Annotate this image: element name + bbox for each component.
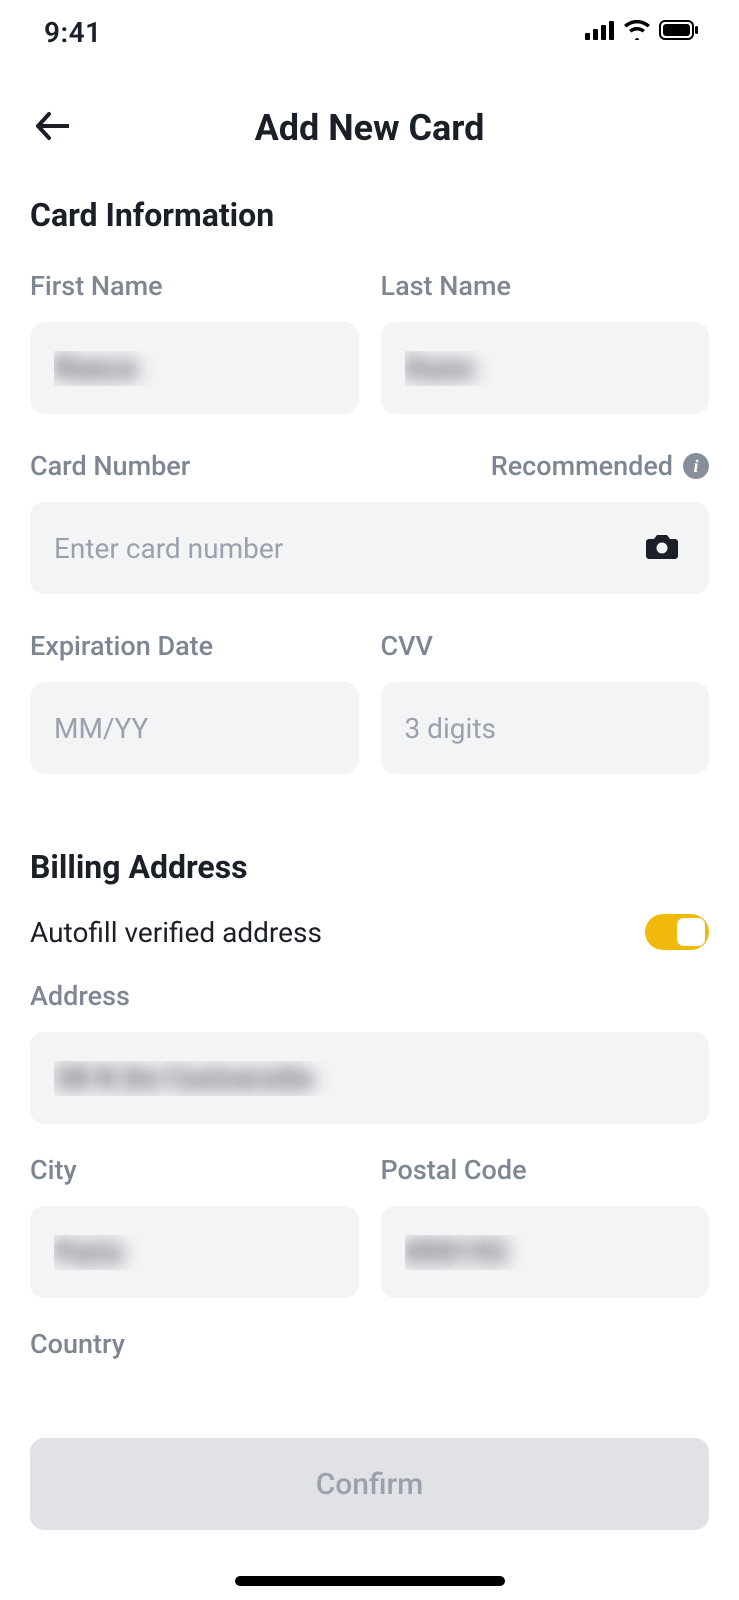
page-title: Add New Card: [255, 107, 485, 149]
camera-icon: [645, 549, 679, 564]
card-info-title: Card Information: [30, 196, 709, 234]
content: Card Information First Name Last Name Ca…: [0, 196, 739, 1380]
card-number-label: Card Number: [30, 450, 190, 482]
confirm-button[interactable]: Confirm: [30, 1438, 709, 1530]
wifi-icon: [623, 20, 651, 44]
status-time: 9:41: [44, 16, 102, 49]
autofill-toggle[interactable]: [645, 914, 709, 950]
home-indicator[interactable]: [235, 1576, 505, 1586]
card-number-input[interactable]: [30, 502, 709, 594]
postal-input[interactable]: [381, 1206, 710, 1298]
cvv-input[interactable]: [381, 682, 710, 774]
address-input[interactable]: [30, 1032, 709, 1124]
arrow-left-icon: [35, 111, 69, 145]
first-name-input[interactable]: [30, 322, 359, 414]
battery-icon: [659, 20, 699, 44]
postal-label: Postal Code: [381, 1154, 710, 1186]
first-name-label: First Name: [30, 270, 359, 302]
confirm-wrap: Confirm: [0, 1438, 739, 1530]
scan-card-button[interactable]: [637, 524, 687, 572]
address-label: Address: [30, 980, 709, 1012]
back-button[interactable]: [30, 106, 74, 150]
city-input[interactable]: [30, 1206, 359, 1298]
country-label: Country: [30, 1328, 709, 1360]
expiration-input[interactable]: [30, 682, 359, 774]
expiration-label: Expiration Date: [30, 630, 359, 662]
status-bar: 9:41: [0, 0, 739, 64]
cellular-icon: [585, 20, 615, 44]
last-name-label: Last Name: [381, 270, 710, 302]
billing-title: Billing Address: [30, 848, 709, 886]
autofill-label: Autofill verified address: [30, 916, 322, 949]
info-icon[interactable]: i: [683, 453, 709, 479]
header: Add New Card: [0, 88, 739, 168]
recommended-label: Recommended: [491, 450, 673, 482]
last-name-input[interactable]: [381, 322, 710, 414]
status-icons: [585, 20, 699, 44]
cvv-label: CVV: [381, 630, 710, 662]
city-label: City: [30, 1154, 359, 1186]
